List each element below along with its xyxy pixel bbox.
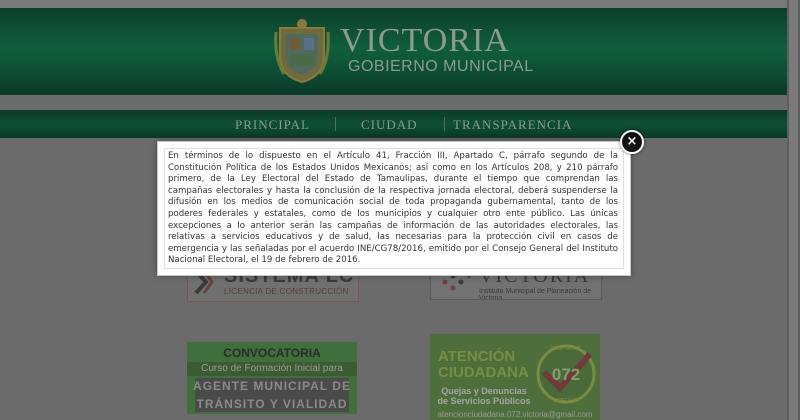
badge-bottom-text: INMEDIATA (553, 398, 580, 404)
scrollbar-thumb[interactable] (789, 0, 798, 420)
top-strip (0, 0, 787, 8)
nav-item-principal[interactable]: PRINCIPAL (235, 117, 310, 133)
convocatoria-banner[interactable]: CONVOCATORIA Curso de Formación Inicial … (187, 342, 357, 414)
site-title: VICTORIA (340, 22, 510, 59)
badge-number: 072 (552, 365, 580, 384)
atencion-ciudadana-banner[interactable]: ATENCIÓN CIUDADANA Quejas y Denuncias de… (430, 334, 600, 420)
close-icon[interactable]: × (620, 130, 644, 154)
header-gap (0, 95, 787, 110)
atencion-title-2: CIUDADANA (438, 364, 529, 381)
atencion-sub-2: de Servicios Públicos (437, 396, 531, 406)
notice-modal-text: En términos de lo dispuesto en el Artícu… (168, 151, 618, 266)
sistema-lc-subtitle: LICENCIA DE CONSTRUCCIÓN (224, 287, 349, 296)
nav-separator (335, 117, 336, 131)
site-subtitle: GOBIERNO MUNICIPAL (348, 58, 534, 75)
municipal-crest-icon[interactable] (274, 18, 330, 84)
atencion-title-1: ATENCIÓN (438, 348, 516, 365)
convocatoria-title: CONVOCATORIA (223, 346, 321, 360)
convocatoria-line-1: Curso de Formación Inicial para (201, 363, 343, 374)
072-badge-icon: 072 RESPUESTA INMEDIATA (536, 344, 596, 404)
nav-item-transparencia[interactable]: TRANSPARENCIA (453, 117, 572, 133)
atencion-email: atencionciudadana.072.victoria@gmail.com (437, 410, 593, 419)
convocatoria-line-3: TRÁNSITO Y VIALIDAD (196, 397, 348, 411)
convocatoria-line-2: AGENTE MUNICIPAL DE (193, 379, 351, 393)
atencion-sub-1: Quejas y Denuncias (441, 386, 527, 396)
victoria-planeacion-subtitle: Instituto Municipal de Planeación de Vic… (479, 288, 592, 300)
badge-top-text: RESPUESTA (551, 346, 582, 352)
nav-separator (444, 117, 445, 131)
nav-item-ciudad[interactable]: CIUDAD (361, 117, 418, 133)
